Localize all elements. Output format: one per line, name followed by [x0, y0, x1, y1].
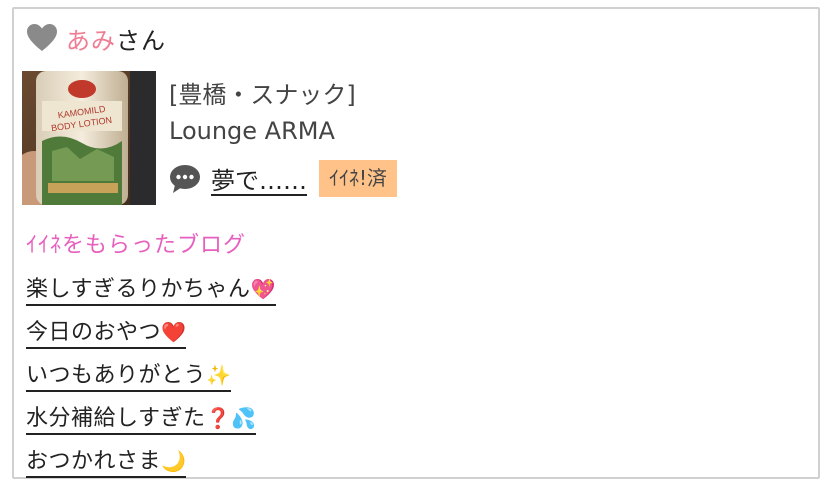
- shop-name[interactable]: Lounge ARMA: [169, 115, 397, 147]
- user-greeting: あみさん: [66, 21, 166, 56]
- blog-link[interactable]: おつかれさま🌙: [26, 449, 187, 478]
- blog-link[interactable]: いつもありがとう✨: [26, 363, 232, 392]
- liked-badge: ｲｲﾈ!済: [319, 160, 398, 197]
- list-item: 楽しすぎるりかちゃん💖: [26, 271, 276, 314]
- list-item: おつかれさま🌙: [26, 443, 276, 486]
- heart-icon: [27, 24, 57, 51]
- blog-like-card: あみさん KAMOMILD BODY LOTION [豊橋・スナック] Loun…: [12, 7, 820, 479]
- list-item: 水分補給しすぎた❓💦: [26, 400, 276, 443]
- liked-blog-list: 楽しすぎるりかちゃん💖 今日のおやつ❤️ いつもありがとう✨ 水分補給しすぎた❓…: [26, 271, 276, 486]
- liked-blogs-title: ｲｲﾈをもらったブログ: [26, 233, 247, 258]
- blog-link-label: おつかれさま: [26, 449, 162, 474]
- shop-area[interactable]: [豊橋・スナック]: [169, 79, 397, 111]
- blog-link-label: 今日のおやつ: [26, 320, 162, 345]
- post-row: 夢で…… ｲｲﾈ!済: [169, 160, 398, 197]
- speech-bubble-icon: [170, 164, 200, 193]
- blog-link-label: 水分補給しすぎた: [26, 406, 206, 431]
- user-name[interactable]: あみ: [66, 27, 116, 55]
- post-thumbnail[interactable]: KAMOMILD BODY LOTION: [22, 71, 156, 205]
- card-header: あみさん: [26, 21, 166, 55]
- sparkles-icon: ✨: [206, 363, 232, 387]
- question-sweat-icon: ❓💦: [205, 406, 257, 430]
- blog-link[interactable]: 楽しすぎるりかちゃん💖: [26, 277, 276, 306]
- post-info: [豊橋・スナック] Lounge ARMA 夢で…… ｲｲﾈ!済: [169, 79, 398, 197]
- sparkling-heart-icon: 💖: [250, 277, 276, 301]
- lotion-bottle-photo: KAMOMILD BODY LOTION: [22, 71, 156, 205]
- blog-link[interactable]: 水分補給しすぎた❓💦: [26, 406, 257, 435]
- red-heart-icon: ❤️: [161, 320, 187, 344]
- blog-link-label: いつもありがとう: [26, 363, 207, 388]
- list-item: 今日のおやつ❤️: [26, 314, 276, 357]
- list-item: いつもありがとう✨: [26, 357, 276, 400]
- blog-link[interactable]: 今日のおやつ❤️: [26, 320, 187, 349]
- post-title-link[interactable]: 夢で……: [211, 161, 307, 196]
- crescent-moon-icon: 🌙: [161, 449, 187, 473]
- blog-link-label: 楽しすぎるりかちゃん: [26, 277, 251, 302]
- honorific: さん: [116, 26, 166, 55]
